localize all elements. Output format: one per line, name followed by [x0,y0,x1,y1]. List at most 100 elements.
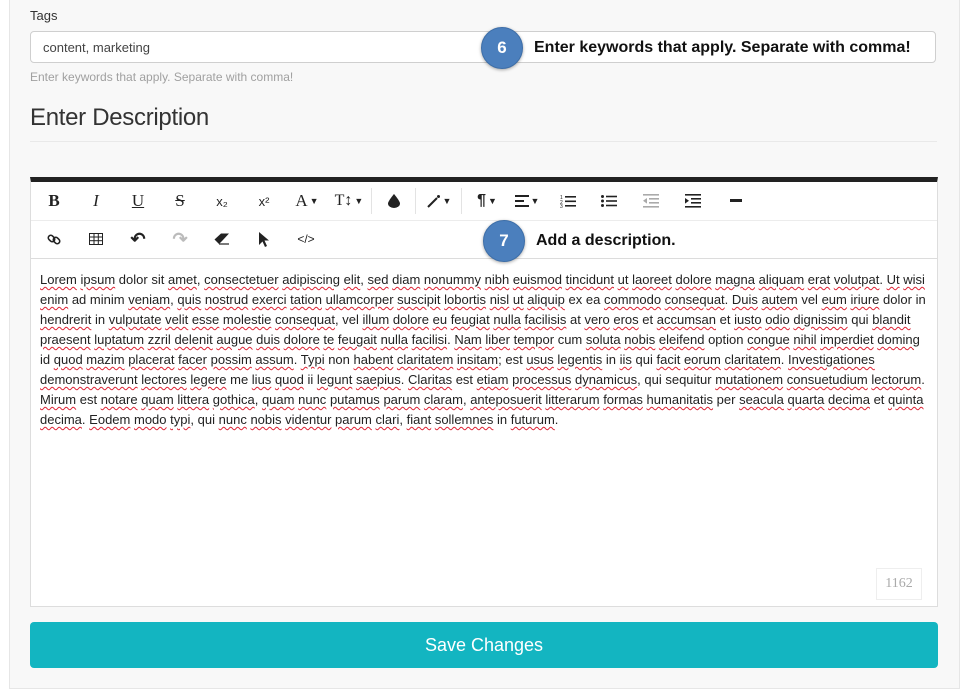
misspelled-word: notare [100,392,138,407]
misspelled-word: dignissim [793,312,848,327]
link-icon[interactable] [39,220,69,258]
misspelled-word: claritatem [396,352,454,367]
misspelled-word: diam [392,272,421,287]
misspelled-word: tempor [513,332,555,347]
subscript-icon[interactable]: x₂ [207,182,237,220]
misspelled-word: gothica [212,392,255,407]
magic-wand-button[interactable]: ▼ [421,182,457,220]
misspelled-word: parum [383,392,421,407]
font-color-button[interactable]: A ▼ [289,182,325,220]
font-size-icon: T↕ [334,192,353,209]
pointer-icon[interactable] [249,220,279,258]
indent-icon[interactable] [678,182,708,220]
misspelled-word: esse [191,312,220,327]
callout-text: Add a description. [534,231,678,251]
eraser-icon[interactable] [207,220,237,258]
save-changes-button[interactable]: Save Changes [30,622,938,668]
misspelled-word: ipsum [80,272,116,287]
misspelled-word: molestie [222,312,272,327]
editor-toolbar-row-1: B I U S x₂ x² A ▼ T↕ ▼ ▼ ¶ ▼ ▼ 123 [31,182,937,221]
chevron-down-icon: ▼ [309,196,319,206]
font-color-icon: A [295,191,308,210]
misspelled-word: eros [613,312,639,327]
outdent-icon[interactable] [636,182,666,220]
misspelled-word: Nam [454,332,482,347]
chevron-down-icon: ▼ [442,196,452,206]
toolbar-divider [461,188,462,214]
misspelled-word: te [323,332,335,347]
misspelled-word: velit [165,312,189,327]
misspelled-word: eu [432,312,448,327]
misspelled-word: dynamicus [574,372,638,387]
misspelled-word: seacula [739,392,784,407]
misspelled-word: iis [619,352,632,367]
misspelled-word: eleifend [658,332,705,347]
misspelled-word: modo [134,412,167,427]
misspelled-word: duis [256,332,281,347]
misspelled-word: congue [747,332,790,347]
misspelled-word: quam [261,392,295,407]
misspelled-word: formas [603,392,643,407]
align-button[interactable]: ▼ [509,182,545,220]
misspelled-word: feugiat [450,312,490,327]
misspelled-word: suscipit [397,292,441,307]
description-text[interactable]: Lorem ipsum dolor sit amet, consectetuer… [40,270,930,430]
misspelled-word: delenit [174,332,213,347]
misspelled-word: iusto [734,312,762,327]
misspelled-word: putamus [329,392,380,407]
misspelled-word: nobis [624,332,656,347]
misspelled-word: quod [53,352,83,367]
misspelled-word: ut [512,292,524,307]
ordered-list-icon[interactable]: 123 [553,182,583,220]
misspelled-word: eum [821,292,847,307]
misspelled-word: quod [274,372,304,387]
strikethrough-icon[interactable]: S [165,182,195,220]
misspelled-word: quarta [787,392,825,407]
divider [30,141,937,142]
chevron-down-icon: ▼ [530,196,540,206]
misspelled-word: illum [362,312,390,327]
misspelled-word: magna [715,272,755,287]
misspelled-word: euismod [512,272,562,287]
misspelled-word: saepius [355,372,401,387]
misspelled-word: decima [40,412,82,427]
superscript-icon[interactable]: x² [249,182,279,220]
misspelled-word: praesent [40,332,91,347]
misspelled-word: exerci [251,292,287,307]
misspelled-word: amet [167,272,197,287]
misspelled-word: blandit [872,312,911,327]
undo-icon[interactable]: ↶ [123,220,153,258]
misspelled-word: aliquam [758,272,805,287]
ink-drop-icon[interactable] [379,182,409,220]
misspelled-word: Ut [886,272,900,287]
underline-icon[interactable]: U [123,182,153,220]
misspelled-word: parum [335,412,372,427]
unordered-list-icon[interactable] [594,182,624,220]
bold-icon[interactable]: B [39,182,69,220]
misspelled-word: Investigationes [788,352,875,367]
misspelled-word: nibh [484,272,510,287]
misspelled-word: decima [828,392,870,407]
misspelled-word: facer [178,352,207,367]
misspelled-word: erat [807,272,831,287]
misspelled-word: Duis [731,292,758,307]
misspelled-word: lectores [141,372,187,387]
misspelled-word: veniam [128,292,171,307]
italic-icon[interactable]: I [81,182,111,220]
misspelled-word: futurum [510,412,555,427]
misspelled-word: lectorum [871,372,922,387]
magic-wand-icon [426,195,440,208]
misspelled-word: accumsan [656,312,717,327]
misspelled-word: videntur [285,412,332,427]
horizontal-rule-icon[interactable] [721,182,751,220]
misspelled-word: nostrud [204,292,249,307]
tags-help-text: Enter keywords that apply. Separate with… [30,70,294,84]
callout-7: 7 Add a description. [483,220,678,262]
table-icon[interactable] [81,220,111,258]
redo-icon[interactable]: ↷ [165,220,195,258]
misspelled-word: typi [170,412,191,427]
code-view-icon[interactable]: </> [291,220,321,258]
paragraph-button[interactable]: ¶ ▼ [469,182,505,220]
font-size-button[interactable]: T↕ ▼ [331,182,367,220]
misspelled-word: consectetuer [204,272,279,287]
